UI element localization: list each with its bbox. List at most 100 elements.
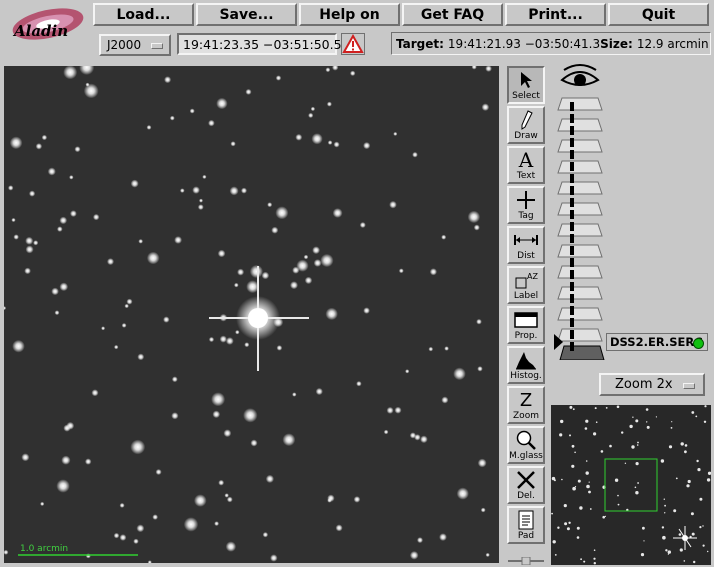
empty-plane[interactable] [557, 244, 603, 258]
star [312, 246, 320, 255]
plane-label[interactable]: DSS2.ER.SERC [606, 333, 708, 351]
star [130, 439, 146, 455]
eye-icon[interactable] [560, 64, 600, 86]
star [363, 142, 371, 150]
tool-del[interactable]: Del. [507, 466, 545, 504]
star [600, 450, 604, 453]
empty-plane[interactable] [557, 97, 603, 111]
properties-icon [514, 309, 538, 331]
star [74, 146, 81, 153]
star [124, 303, 129, 309]
star [661, 526, 665, 529]
star [85, 82, 90, 87]
tool-tag[interactable]: Tag [507, 186, 545, 224]
star [211, 392, 226, 407]
star [24, 267, 31, 275]
star [617, 494, 619, 497]
star [235, 330, 240, 335]
print-button[interactable]: Print... [505, 3, 606, 26]
star [304, 276, 313, 285]
empty-plane[interactable] [557, 307, 603, 321]
star [588, 490, 591, 494]
star [621, 431, 624, 434]
star [70, 210, 77, 218]
star [569, 405, 573, 409]
star [576, 526, 580, 530]
star [476, 318, 482, 325]
frame-slider[interactable] [506, 557, 546, 565]
star [629, 424, 633, 429]
tool-label: Dist [517, 251, 535, 261]
tool-select[interactable]: Select [507, 66, 545, 104]
empty-plane[interactable] [557, 223, 603, 237]
empty-plane[interactable] [557, 265, 603, 279]
star [137, 353, 145, 361]
star [574, 451, 576, 454]
star [61, 455, 71, 465]
zoom-select-value: Zoom 2x [615, 377, 673, 392]
sky-image-view[interactable] [4, 66, 499, 563]
star [47, 167, 56, 176]
star [386, 406, 394, 414]
star [660, 459, 665, 463]
tool-text[interactable]: A Text [507, 146, 545, 184]
warning-icon[interactable] [341, 33, 365, 55]
empty-plane[interactable] [557, 181, 603, 195]
star [216, 97, 228, 110]
empty-plane[interactable] [557, 139, 603, 153]
star [353, 496, 361, 503]
help-button[interactable]: Help on [299, 3, 400, 26]
star [315, 387, 323, 396]
overview-panel[interactable] [551, 405, 711, 565]
star [686, 484, 690, 488]
star [665, 549, 668, 552]
star [624, 462, 627, 464]
star [282, 433, 296, 447]
tool-mglass[interactable]: M.glass [507, 426, 545, 464]
star [420, 435, 428, 444]
tool-prop[interactable]: Prop. [507, 306, 545, 344]
tool-dist[interactable]: Dist [507, 226, 545, 264]
star [119, 534, 127, 541]
star [12, 339, 25, 353]
star [359, 222, 366, 228]
save-button[interactable]: Save... [196, 3, 297, 26]
empty-plane[interactable] [557, 160, 603, 174]
empty-plane[interactable] [557, 202, 603, 216]
star [675, 477, 678, 480]
empty-plane[interactable] [557, 118, 603, 132]
star [245, 88, 252, 95]
star [428, 346, 434, 352]
load-button[interactable]: Load... [93, 3, 194, 26]
tool-zoom[interactable]: Z Zoom [507, 386, 545, 424]
empty-plane[interactable] [557, 286, 603, 300]
star [234, 282, 239, 288]
zoom-select[interactable]: Zoom 2x [599, 373, 705, 396]
star [398, 268, 404, 274]
star [617, 503, 620, 506]
star [477, 458, 487, 468]
star [237, 268, 245, 276]
star [680, 442, 684, 446]
position-input[interactable]: 19:41:23.35 −03:51:50.5 [177, 33, 342, 55]
faq-button[interactable]: Get FAQ [402, 3, 503, 26]
image-plane[interactable] [559, 345, 605, 360]
star [8, 185, 14, 191]
tool-pad[interactable]: Pad [507, 506, 545, 544]
empty-plane[interactable] [557, 328, 603, 342]
star [199, 198, 203, 203]
tool-label: Zoom [513, 411, 539, 421]
star [9, 136, 23, 150]
tool-label-btn[interactable]: AZ Label [507, 266, 545, 304]
star [637, 482, 639, 484]
star [171, 412, 179, 420]
star [409, 551, 419, 560]
frame-select[interactable]: J2000 [99, 34, 171, 56]
star [223, 429, 232, 438]
tool-draw[interactable]: Draw [507, 106, 545, 144]
quit-button[interactable]: Quit [608, 3, 709, 26]
star [113, 532, 120, 539]
star [21, 453, 30, 462]
star [275, 75, 282, 81]
tool-histog[interactable]: Histog. [507, 346, 545, 384]
